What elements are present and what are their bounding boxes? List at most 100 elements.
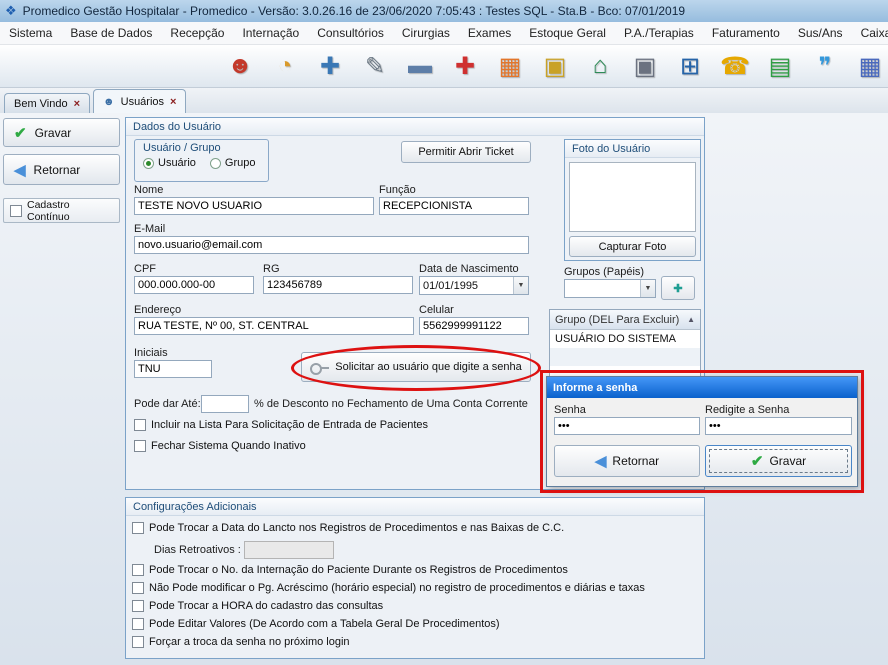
menu-item-estoque-geral[interactable]: Estoque Geral — [520, 23, 615, 43]
chevron-down-icon[interactable]: ▼ — [513, 277, 528, 294]
editar-valores-checkbox-row[interactable]: Pode Editar Valores (De Acordo com a Tab… — [132, 618, 500, 630]
ambulance-icon[interactable]: ✚ — [450, 50, 480, 82]
doctor-icon[interactable]: ✚ — [315, 50, 345, 82]
informe-senha-title[interactable]: Informe a senha — [547, 377, 857, 398]
funcao-label: Função — [379, 184, 416, 196]
app-window: ❖ Promedico Gestão Hospitalar - Promedic… — [0, 0, 888, 665]
redigite-senha-label: Redigite a Senha — [705, 404, 789, 416]
rg-input[interactable] — [263, 276, 413, 294]
popup-retornar-button[interactable]: ◀ Retornar — [554, 445, 700, 477]
iniciais-label: Iniciais — [134, 347, 168, 359]
funcao-input[interactable] — [379, 197, 529, 215]
capturar-foto-label: Capturar Foto — [599, 241, 667, 253]
incluir-lista-checkbox-row[interactable]: Incluir na Lista Para Solicitação de Ent… — [134, 419, 428, 431]
trocar-data-lancto-checkbox-row[interactable]: Pode Trocar a Data do Lancto nos Registr… — [132, 522, 564, 534]
retornar-button[interactable]: ◀ Retornar — [3, 154, 120, 185]
celular-label: Celular — [419, 304, 454, 316]
iniciais-input[interactable] — [134, 360, 212, 378]
phone-icon[interactable]: ☎ — [720, 50, 750, 82]
checkbox[interactable] — [132, 600, 144, 612]
fechar-sistema-checkbox-row[interactable]: Fechar Sistema Quando Inativo — [134, 440, 306, 452]
cadastro-continuo-label: Cadastro Contínuo — [27, 199, 113, 223]
menu-item-sus-ans[interactable]: Sus/Ans — [789, 23, 852, 43]
desconto-input[interactable] — [201, 395, 249, 413]
menu-item-exames[interactable]: Exames — [459, 23, 520, 43]
checkbox[interactable] — [134, 419, 146, 431]
finance-icon[interactable]: ⌂ — [585, 50, 615, 82]
pode-dar-ate-label: Pode dar Até: — [134, 398, 201, 410]
calendar-icon[interactable]: ▦ — [855, 50, 885, 82]
menu-item-consultorios[interactable]: Consultórios — [308, 23, 393, 43]
menu-item-recepcao[interactable]: Recepção — [161, 23, 233, 43]
checkbox[interactable] — [132, 522, 144, 534]
add-grupo-button[interactable]: ✚ — [661, 276, 695, 300]
cash-register-icon[interactable]: ⊞ — [675, 50, 705, 82]
tab-bar: Bem Vindo × ☻ Usuários × — [0, 88, 888, 113]
title-bar: ❖ Promedico Gestão Hospitalar - Promedic… — [0, 0, 888, 22]
menu-item-caixa[interactable]: Caixa — [852, 23, 888, 43]
grupos-papeis-combo[interactable]: ▼ — [564, 279, 656, 298]
informe-senha-dialog: Informe a senha Senha Redigite a Senha ◀… — [546, 376, 858, 487]
statistics-icon[interactable]: ▦ — [495, 50, 525, 82]
capturar-foto-button[interactable]: Capturar Foto — [569, 236, 696, 257]
menu-item-sistema[interactable]: Sistema — [0, 23, 61, 43]
list-item[interactable]: USUÁRIO DO SISTEMA — [550, 330, 700, 348]
redigite-senha-input[interactable] — [705, 417, 852, 435]
endereco-input[interactable] — [134, 317, 414, 335]
chevron-down-icon[interactable]: ▼ — [640, 280, 655, 297]
medical-record-icon[interactable]: ✎ — [360, 50, 390, 82]
radio-usuario[interactable]: Usuário — [143, 157, 196, 169]
grupo-list-header[interactable]: Grupo (DEL Para Excluir) ▲ — [550, 310, 700, 330]
schedule-icon[interactable]: ◔ — [270, 50, 300, 82]
cadastro-continuo-checkbox[interactable] — [10, 205, 22, 217]
config-adicionais-title: Configurações Adicionais — [126, 498, 704, 516]
stock-icon[interactable]: ▣ — [540, 50, 570, 82]
radio-grupo[interactable]: Grupo — [210, 157, 256, 169]
hospital-bed-icon[interactable]: ▬ — [405, 50, 435, 82]
checkbox[interactable] — [132, 582, 144, 594]
popup-gravar-button[interactable]: ✔ Gravar — [705, 445, 852, 477]
checkbox[interactable] — [132, 564, 144, 576]
chat-icon[interactable]: ❞ — [810, 50, 840, 82]
trocar-hora-label: Pode Trocar a HORA do cadastro das consu… — [149, 600, 383, 612]
radio-dot — [143, 158, 154, 169]
tab-label: Usuários — [121, 96, 164, 108]
pg-acrescimo-checkbox-row[interactable]: Não Pode modificar o Pg. Acréscimo (horá… — [132, 582, 645, 594]
senha-input[interactable] — [554, 417, 700, 435]
checkbox[interactable] — [132, 618, 144, 630]
trocar-no-internacao-checkbox-row[interactable]: Pode Trocar o No. da Internação do Pacie… — [132, 564, 568, 576]
menu-bar: Sistema Base de Dados Recepção Internaçã… — [0, 22, 888, 45]
menu-item-pa-terapias[interactable]: P.A./Terapias — [615, 23, 703, 43]
safe-icon[interactable]: ▣ — [630, 50, 660, 82]
gravar-button[interactable]: ✔ Gravar — [3, 118, 120, 147]
user-icon: ☻ — [103, 96, 115, 108]
check-icon: ✔ — [751, 452, 764, 470]
fechar-sistema-label: Fechar Sistema Quando Inativo — [151, 440, 306, 452]
email-input[interactable] — [134, 236, 529, 254]
permitir-abrir-ticket-button[interactable]: Permitir Abrir Ticket — [401, 141, 531, 163]
forcar-troca-senha-checkbox-row[interactable]: Forçar a troca da senha no próximo login — [132, 636, 350, 648]
menu-item-faturamento[interactable]: Faturamento — [703, 23, 789, 43]
permitir-abrir-ticket-label: Permitir Abrir Ticket — [418, 146, 513, 158]
trocar-hora-checkbox-row[interactable]: Pode Trocar a HORA do cadastro das consu… — [132, 600, 383, 612]
nome-label: Nome — [134, 184, 163, 196]
nascimento-combo[interactable]: 01/01/1995 ▼ — [419, 276, 529, 295]
tab-bem-vindo[interactable]: Bem Vindo × — [4, 93, 90, 113]
tab-usuarios[interactable]: ☻ Usuários × — [93, 89, 186, 113]
nascimento-value: 01/01/1995 — [420, 280, 513, 292]
solicitar-senha-button[interactable]: Solicitar ao usuário que digite a senha — [301, 352, 531, 382]
close-icon[interactable]: × — [74, 98, 80, 110]
reception-icon[interactable]: ☻ — [225, 50, 255, 82]
menu-item-internacao[interactable]: Internação — [233, 23, 308, 43]
celular-input[interactable] — [419, 317, 529, 335]
menu-item-base-de-dados[interactable]: Base de Dados — [61, 23, 161, 43]
checkbox[interactable] — [134, 440, 146, 452]
nome-input[interactable] — [134, 197, 374, 215]
close-icon[interactable]: × — [170, 96, 176, 108]
cpf-input[interactable] — [134, 276, 254, 294]
ledger-icon[interactable]: ▤ — [765, 50, 795, 82]
checkbox[interactable] — [132, 636, 144, 648]
config-adicionais-group: Configurações Adicionais Pode Trocar a D… — [125, 497, 705, 659]
rg-label: RG — [263, 263, 280, 275]
menu-item-cirurgias[interactable]: Cirurgias — [393, 23, 459, 43]
